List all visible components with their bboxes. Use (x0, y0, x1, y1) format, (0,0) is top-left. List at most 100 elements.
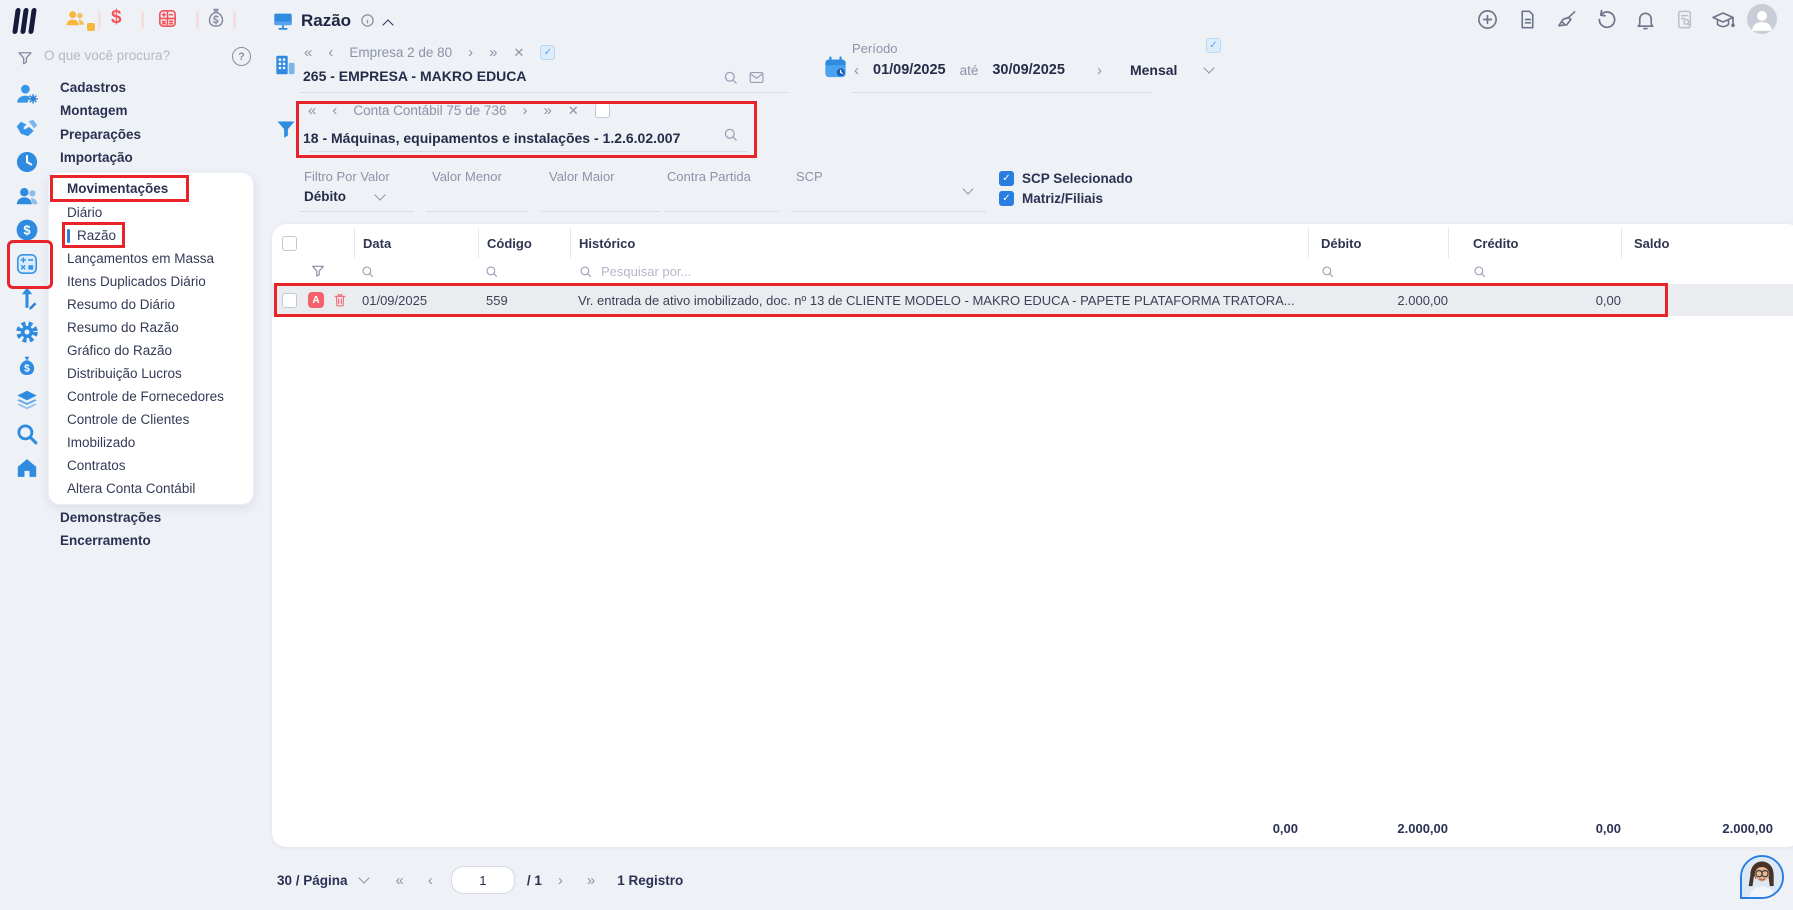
credito-column-search-icon[interactable] (1472, 264, 1621, 279)
historico-search-input[interactable] (599, 262, 1003, 280)
account-checkbox[interactable] (594, 103, 610, 118)
period-end-date[interactable]: 30/09/2025 (992, 62, 1065, 78)
account-clear-icon[interactable]: ✕ (568, 104, 579, 117)
select-all-checkbox[interactable] (281, 235, 297, 251)
broom-clean-icon[interactable] (1555, 8, 1578, 31)
handshake-icon[interactable] (14, 115, 40, 141)
company-clear-icon[interactable]: ✕ (514, 46, 525, 59)
bell-icon[interactable] (1634, 8, 1657, 31)
envelope-icon[interactable] (748, 69, 765, 86)
period-checkbox[interactable]: ✓ (1206, 38, 1221, 53)
graduation-cap-icon[interactable] (1711, 8, 1735, 32)
company-prev-icon[interactable]: ‹ (328, 45, 333, 60)
info-icon[interactable] (360, 13, 375, 28)
support-chat-avatar[interactable] (1740, 855, 1784, 899)
arrow-pen-icon[interactable] (14, 285, 40, 311)
calculator-rail-icon[interactable] (14, 251, 40, 277)
column-header-saldo[interactable]: Saldo (1621, 228, 1793, 258)
sidebar-item-movimentacoes[interactable]: Movimentações (49, 177, 253, 201)
pagination-last-icon[interactable]: » (587, 873, 595, 888)
valor-maior-input[interactable] (549, 189, 658, 206)
pagination-next-icon[interactable]: › (558, 873, 563, 888)
submenu-item-grafico-do-razao[interactable]: Gráfico do Razão (49, 339, 253, 362)
page-size-select[interactable]: 30 / Página (277, 873, 348, 888)
submenu-item-razao[interactable]: Razão (49, 224, 253, 247)
company-value[interactable]: 265 - EMPRESA - MAKRO EDUCA (303, 68, 527, 84)
submenu-item-contratos[interactable]: Contratos (49, 454, 253, 477)
debito-column-search-icon[interactable] (1320, 264, 1448, 279)
add-circle-icon[interactable] (1476, 8, 1499, 31)
account-value[interactable]: 18 - Máquinas, equipamentos e instalaçõe… (303, 130, 680, 146)
sidebar-item-importacao[interactable]: Importação (60, 146, 133, 169)
clock-icon[interactable] (14, 149, 40, 175)
home-icon[interactable] (14, 455, 40, 481)
period-start-date[interactable]: 01/09/2025 (873, 62, 946, 78)
period-mode-select[interactable]: Mensal (1130, 62, 1177, 78)
submenu-item-controle-de-fornecedores[interactable]: Controle de Fornecedores (49, 385, 253, 408)
matriz-filiais-checkbox[interactable]: ✓ (999, 191, 1014, 206)
column-header-historico[interactable]: Histórico (570, 228, 1308, 258)
company-checkbox[interactable]: ✓ (540, 45, 556, 60)
trash-icon[interactable] (332, 292, 348, 308)
contra-partida-input[interactable] (667, 189, 779, 206)
sidebar-item-encerramento[interactable]: Encerramento (60, 529, 151, 552)
collapse-chevron-up-icon[interactable] (382, 19, 394, 31)
period-mode-chevron-down-icon[interactable] (1203, 62, 1216, 74)
layers-icon[interactable] (14, 387, 40, 413)
submenu-item-resumo-do-diario[interactable]: Resumo do Diário (49, 293, 253, 316)
company-last-icon[interactable]: » (489, 45, 497, 60)
dollar-circle-icon[interactable]: $ (14, 217, 40, 243)
table-row[interactable]: A 01/09/2025 559 Vr. entrada de ativo im… (272, 284, 1793, 316)
finance-module-icon[interactable]: $ (111, 7, 122, 29)
table-filter-icon[interactable] (310, 263, 354, 279)
moneybag-rail-icon[interactable]: $ (14, 353, 40, 379)
account-next-icon[interactable]: › (522, 103, 527, 118)
refresh-icon[interactable] (1595, 8, 1618, 31)
submenu-item-controle-de-clientes[interactable]: Controle de Clientes (49, 408, 253, 431)
document-icon[interactable] (1516, 8, 1539, 31)
valor-menor-input[interactable] (432, 189, 526, 206)
period-next-icon[interactable]: › (1097, 63, 1102, 78)
period-prev-icon[interactable]: ‹ (854, 63, 859, 78)
user-gear-icon[interactable] (14, 81, 40, 107)
submenu-item-lancamentos-em-massa[interactable]: Lançamentos em Massa (49, 247, 253, 270)
historico-column-search-icon[interactable] (578, 264, 593, 279)
column-header-data[interactable]: Data (354, 228, 478, 258)
sidebar-item-cadastros[interactable]: Cadastros (60, 76, 126, 99)
account-prev-icon[interactable]: ‹ (332, 103, 337, 118)
submenu-item-distribuicao-lucros[interactable]: Distribuição Lucros (49, 362, 253, 385)
page-size-chevron-down-icon[interactable] (357, 872, 370, 884)
column-header-credito[interactable]: Crédito (1448, 228, 1621, 258)
pagination-first-icon[interactable]: « (396, 873, 404, 888)
company-first-icon[interactable]: « (304, 45, 312, 60)
page-number-input[interactable] (450, 866, 515, 894)
sidebar-item-preparacoes[interactable]: Preparações (60, 123, 141, 146)
gear-icon[interactable] (14, 319, 40, 345)
submenu-item-diario[interactable]: Diário (49, 201, 253, 224)
search-rail-icon[interactable] (14, 421, 40, 447)
submenu-item-resumo-do-razao[interactable]: Resumo do Razão (49, 316, 253, 339)
moneybag-module-icon[interactable] (204, 6, 228, 30)
scp-select[interactable] (796, 183, 974, 195)
users-icon[interactable] (14, 183, 40, 209)
pagination-prev-icon[interactable]: ‹ (428, 873, 433, 888)
sidebar-item-montagem[interactable]: Montagem (60, 99, 128, 122)
company-next-icon[interactable]: › (468, 45, 473, 60)
row-checkbox[interactable] (281, 292, 297, 308)
data-column-search-icon[interactable] (360, 264, 478, 279)
account-first-icon[interactable]: « (308, 103, 316, 118)
calculator-module-icon[interactable] (156, 7, 179, 30)
scp-selecionado-checkbox[interactable]: ✓ (999, 171, 1014, 186)
company-search-icon[interactable] (722, 69, 739, 86)
help-icon[interactable]: ? (232, 47, 251, 66)
user-avatar[interactable] (1747, 4, 1777, 34)
account-search-icon[interactable] (722, 126, 739, 143)
column-header-debito[interactable]: Débito (1308, 228, 1448, 258)
filtro-por-valor-select[interactable]: Débito (304, 188, 386, 204)
audit-log-icon[interactable] (1673, 8, 1696, 31)
sidebar-item-demonstracoes[interactable]: Demonstrações (60, 506, 161, 529)
column-header-codigo[interactable]: Código (478, 228, 570, 258)
account-last-icon[interactable]: » (543, 103, 551, 118)
people-module-icon[interactable] (64, 7, 87, 30)
sidebar-search-input[interactable] (42, 47, 221, 64)
